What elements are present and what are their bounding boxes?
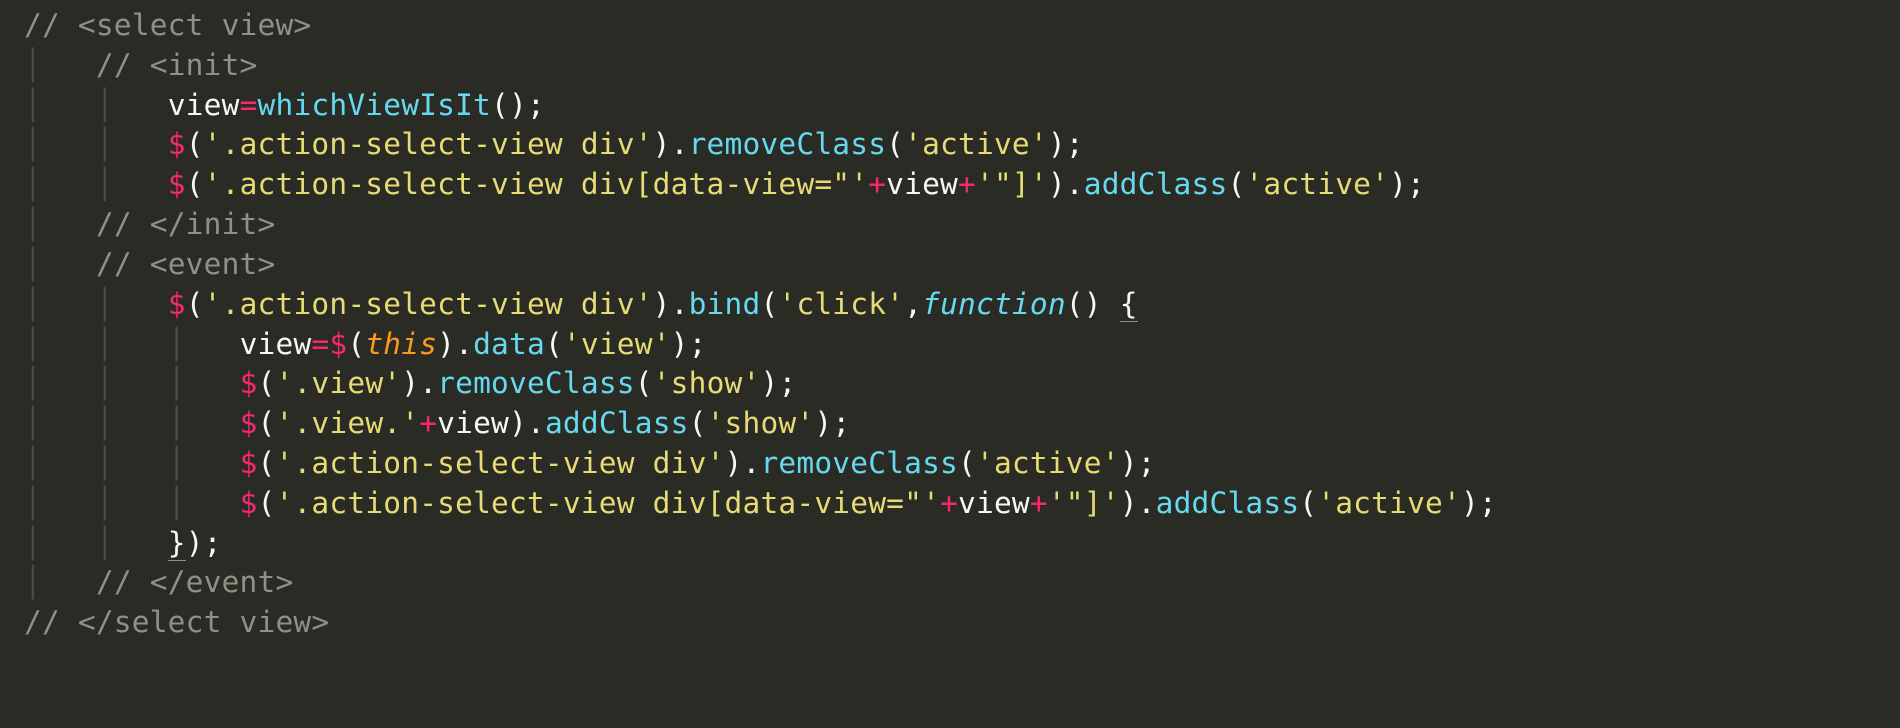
code-line: │ // <event> <box>24 247 275 281</box>
code-line: // <select view> <box>24 8 311 42</box>
comment: // </init> <box>96 207 276 241</box>
comment: // </event> <box>96 565 294 599</box>
code-line: │ │ │ view=$(this).data('view'); <box>24 327 707 361</box>
code-line: │ // <init> <box>24 48 258 82</box>
code-line: │ // </init> <box>24 207 275 241</box>
code-line: │ │ view=whichViewIsIt(); <box>24 88 545 122</box>
code-line: // </select view> <box>24 605 329 639</box>
code-line: │ │ │ $('.action-select-view div[data-vi… <box>24 486 1497 520</box>
code-line: │ │ │ $('.view.'+view).addClass('show'); <box>24 406 850 440</box>
code-line: │ │ }); <box>24 526 222 561</box>
comment: // </select view> <box>24 605 329 639</box>
comment: // <init> <box>96 48 258 82</box>
code-editor[interactable]: // <select view> │ // <init> │ │ view=wh… <box>0 0 1900 643</box>
code-line: │ │ $('.action-select-view div[data-view… <box>24 167 1425 201</box>
comment: // <select view> <box>24 8 311 42</box>
code-line: │ │ │ $('.action-select-view div').remov… <box>24 446 1156 480</box>
comment: // <event> <box>96 247 276 281</box>
code-line: │ │ $('.action-select-view div').bind('c… <box>24 287 1138 322</box>
code-line: │ // </event> <box>24 565 293 599</box>
code-line: │ │ $('.action-select-view div').removeC… <box>24 127 1084 161</box>
code-line: │ │ │ $('.view').removeClass('show'); <box>24 366 796 400</box>
